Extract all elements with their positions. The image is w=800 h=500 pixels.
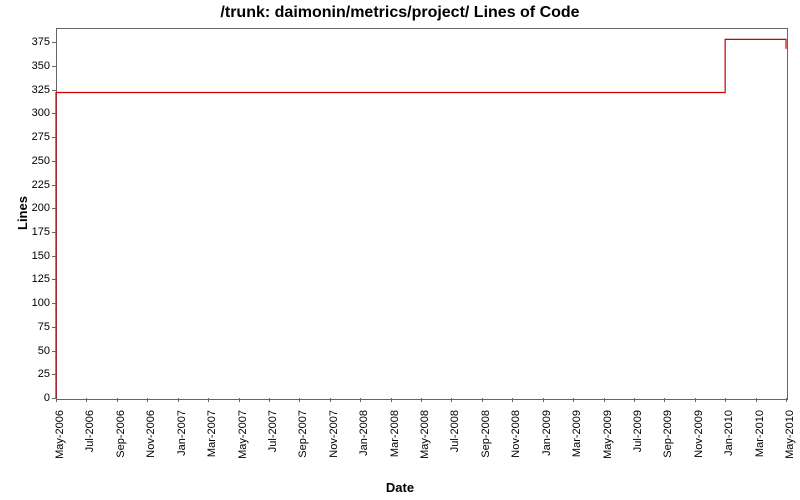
- x-tick-mark: [178, 398, 179, 402]
- y-tick-mark: [52, 374, 56, 375]
- y-tick-mark: [52, 351, 56, 352]
- x-tick-label: Jul-2008: [449, 410, 461, 452]
- y-tick-mark: [52, 256, 56, 257]
- x-tick-label: Jan-2008: [358, 410, 370, 456]
- loc-chart: /trunk: daimonin/metrics/project/ Lines …: [0, 0, 800, 500]
- y-tick-label: 275: [32, 131, 50, 143]
- x-tick-mark: [208, 398, 209, 402]
- x-tick-mark: [56, 398, 57, 402]
- x-tick-mark: [269, 398, 270, 402]
- y-tick-label: 75: [38, 321, 50, 333]
- y-tick-label: 125: [32, 273, 50, 285]
- x-tick-mark: [634, 398, 635, 402]
- x-tick-label: Mar-2009: [571, 410, 583, 457]
- x-tick-label: Nov-2009: [693, 410, 705, 458]
- y-tick-label: 200: [32, 202, 50, 214]
- x-tick-mark: [756, 398, 757, 402]
- x-tick-label: Mar-2010: [754, 410, 766, 457]
- x-tick-mark: [421, 398, 422, 402]
- x-tick-label: Jan-2010: [723, 410, 735, 456]
- x-tick-mark: [512, 398, 513, 402]
- y-tick-label: 375: [32, 36, 50, 48]
- y-tick-mark: [52, 161, 56, 162]
- x-tick-label: Jan-2007: [176, 410, 188, 456]
- x-tick-label: Jul-2007: [267, 410, 279, 452]
- x-tick-mark: [239, 398, 240, 402]
- x-tick-label: Jul-2009: [632, 410, 644, 452]
- x-tick-label: May-2006: [54, 410, 66, 459]
- x-tick-mark: [451, 398, 452, 402]
- y-tick-label: 175: [32, 226, 50, 238]
- x-tick-mark: [482, 398, 483, 402]
- y-tick-mark: [52, 279, 56, 280]
- x-tick-mark: [664, 398, 665, 402]
- x-tick-label: Sep-2008: [480, 410, 492, 458]
- x-tick-mark: [543, 398, 544, 402]
- x-tick-mark: [360, 398, 361, 402]
- y-tick-mark: [52, 66, 56, 67]
- x-tick-label: Nov-2006: [145, 410, 157, 458]
- x-tick-mark: [573, 398, 574, 402]
- x-tick-label: Nov-2007: [328, 410, 340, 458]
- x-tick-mark: [299, 398, 300, 402]
- y-tick-label: 0: [44, 392, 50, 404]
- y-tick-mark: [52, 185, 56, 186]
- y-tick-label: 100: [32, 297, 50, 309]
- y-tick-label: 150: [32, 250, 50, 262]
- x-tick-label: Jan-2009: [541, 410, 553, 456]
- y-tick-label: 225: [32, 179, 50, 191]
- y-tick-mark: [52, 90, 56, 91]
- x-tick-label: Sep-2009: [662, 410, 674, 458]
- x-tick-label: Mar-2007: [206, 410, 218, 457]
- x-tick-label: Sep-2006: [115, 410, 127, 458]
- y-tick-mark: [52, 303, 56, 304]
- y-tick-mark: [52, 113, 56, 114]
- y-tick-mark: [52, 232, 56, 233]
- x-tick-label: Mar-2008: [389, 410, 401, 457]
- x-tick-label: May-2007: [237, 410, 249, 459]
- x-tick-label: Sep-2007: [297, 410, 309, 458]
- y-tick-mark: [52, 208, 56, 209]
- x-tick-label: May-2009: [602, 410, 614, 459]
- x-tick-mark: [604, 398, 605, 402]
- x-tick-mark: [725, 398, 726, 402]
- y-tick-label: 325: [32, 84, 50, 96]
- y-tick-label: 250: [32, 155, 50, 167]
- y-tick-mark: [52, 327, 56, 328]
- x-tick-mark: [330, 398, 331, 402]
- x-tick-mark: [391, 398, 392, 402]
- x-tick-mark: [147, 398, 148, 402]
- y-tick-mark: [52, 137, 56, 138]
- y-tick-mark: [52, 42, 56, 43]
- y-tick-label: 300: [32, 107, 50, 119]
- x-tick-label: May-2010: [784, 410, 796, 459]
- x-tick-label: Jul-2006: [84, 410, 96, 452]
- y-tick-label: 350: [32, 60, 50, 72]
- x-tick-mark: [695, 398, 696, 402]
- x-tick-label: May-2008: [419, 410, 431, 459]
- x-tick-mark: [86, 398, 87, 402]
- x-tick-mark: [117, 398, 118, 402]
- y-tick-label: 50: [38, 345, 50, 357]
- x-tick-mark: [786, 398, 787, 402]
- x-tick-label: Nov-2008: [510, 410, 522, 458]
- y-tick-label: 25: [38, 368, 50, 380]
